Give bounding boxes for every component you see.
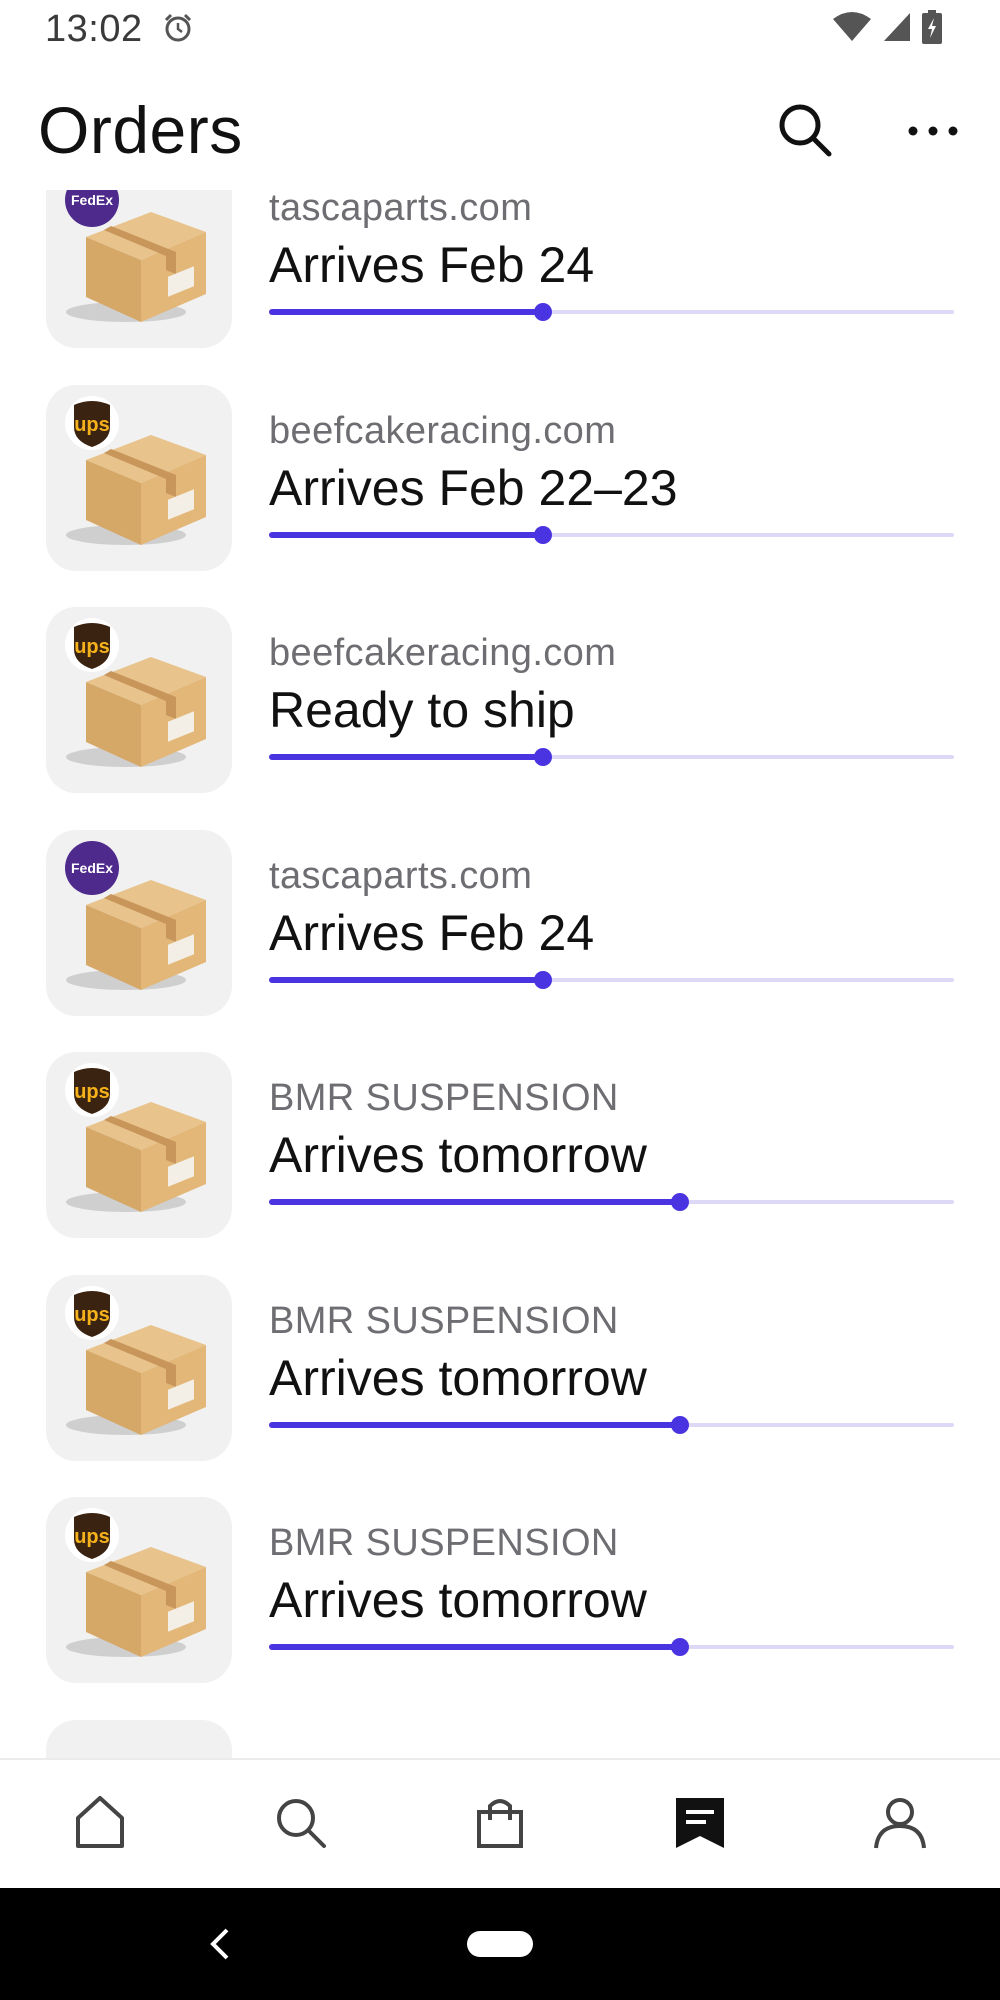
fedex-logo-text: FedEx xyxy=(71,192,113,208)
package-thumbnail: FedEx xyxy=(46,829,232,1016)
package-box-icon xyxy=(56,1740,226,1761)
search-icon[interactable] xyxy=(775,100,835,160)
ups-logo-icon: ups xyxy=(65,618,119,672)
delivery-progress-bar xyxy=(269,303,954,321)
alarm-icon xyxy=(164,13,192,42)
delivery-status: Arrives Feb 22–23 xyxy=(269,459,678,516)
order-item[interactable] xyxy=(0,1719,1000,1761)
delivery-progress-marker xyxy=(671,1415,689,1434)
merchant-name: BMR SUSPENSION xyxy=(269,1299,619,1342)
order-item[interactable]: FedEx tascaparts.com Arrives Feb 24 xyxy=(0,829,1000,1030)
page-title: Orders xyxy=(38,93,243,167)
svg-text:ups: ups xyxy=(74,414,110,436)
delivery-progress-bar xyxy=(269,970,954,989)
fedex-logo-text: FedEx xyxy=(71,860,113,876)
app-header: Orders xyxy=(0,70,1000,190)
delivery-progress-fill xyxy=(269,1421,680,1428)
ups-logo-icon: ups xyxy=(65,1508,119,1562)
delivery-status: Ready to ship xyxy=(269,682,575,738)
order-item[interactable]: ups BMR SUSPENSION Arrives tomorrow xyxy=(0,1497,1000,1697)
bottom-nav xyxy=(0,1758,1000,1890)
merchant-name: BMR SUSPENSION xyxy=(269,1522,619,1564)
system-nav-bar xyxy=(0,1888,1000,2000)
delivery-status: Arrives Feb 24 xyxy=(269,904,595,961)
merchant-name: beefcakeracing.com xyxy=(269,409,617,452)
status-bar: 13:02 xyxy=(0,0,1000,58)
delivery-progress-fill xyxy=(269,309,543,315)
merchant-name: BMR SUSPENSION xyxy=(269,1077,619,1119)
delivery-status: Arrives tomorrow xyxy=(269,1572,647,1628)
delivery-progress-fill xyxy=(269,1644,680,1650)
merchant-name: tascaparts.com xyxy=(269,190,533,229)
package-thumbnail xyxy=(46,1719,232,1761)
delivery-progress-bar xyxy=(269,1638,954,1656)
home-gesture-pill[interactable] xyxy=(467,1931,533,1957)
delivery-progress-fill xyxy=(269,754,543,760)
delivery-status: Arrives Feb 24 xyxy=(269,237,595,293)
svg-text:ups: ups xyxy=(74,636,110,658)
order-item[interactable]: ups BMR SUSPENSION Arrives tomorrow xyxy=(0,1274,1000,1475)
delivery-progress-marker xyxy=(671,1638,689,1656)
order-item[interactable]: FedEx tascaparts.com Arrives Feb 24 xyxy=(0,190,1000,362)
merchant-name: beefcakeracing.com xyxy=(269,632,617,674)
delivery-progress-bar xyxy=(269,748,954,766)
svg-text:ups: ups xyxy=(74,1304,110,1326)
delivery-progress-marker xyxy=(534,525,552,544)
home-icon[interactable] xyxy=(70,1792,130,1852)
package-thumbnail: FedEx xyxy=(46,190,232,348)
battery-charging-icon xyxy=(922,10,942,44)
ups-logo-icon: ups xyxy=(65,395,119,450)
back-icon[interactable] xyxy=(205,1924,235,1964)
delivery-progress-fill xyxy=(269,531,543,538)
order-item[interactable]: ups beefcakeracing.com Arrives Feb 22–23 xyxy=(0,384,1000,585)
wifi-icon xyxy=(833,12,871,41)
delivery-progress-marker xyxy=(534,303,552,321)
status-time: 13:02 xyxy=(45,8,143,50)
delivery-progress-marker xyxy=(671,1193,689,1211)
package-thumbnail: ups xyxy=(46,1274,232,1461)
delivery-progress-fill xyxy=(269,1199,680,1205)
fedex-logo-icon: FedEx xyxy=(65,840,119,895)
merchant-name: tascaparts.com xyxy=(269,854,533,897)
order-item[interactable]: ups BMR SUSPENSION Arrives tomorrow xyxy=(0,1052,1000,1252)
svg-text:ups: ups xyxy=(74,1526,110,1548)
package-thumbnail: ups xyxy=(46,1497,232,1683)
ups-logo-icon: ups xyxy=(65,1285,119,1340)
shopping-bag-icon[interactable] xyxy=(470,1792,530,1852)
package-thumbnail: ups xyxy=(46,607,232,793)
ups-logo-icon: ups xyxy=(65,1063,119,1117)
signal-icon xyxy=(884,13,910,41)
delivery-progress-bar xyxy=(269,1193,954,1211)
fedex-logo-icon: FedEx xyxy=(65,190,119,227)
delivery-progress-fill xyxy=(269,976,543,983)
svg-text:ups: ups xyxy=(74,1081,110,1103)
package-thumbnail: ups xyxy=(46,384,232,571)
order-list: FedEx tascaparts.com Arrives Feb 24 ups beef… xyxy=(0,190,1000,1760)
profile-icon[interactable] xyxy=(870,1792,930,1852)
more-icon[interactable] xyxy=(905,106,961,156)
search-icon[interactable] xyxy=(270,1792,330,1852)
delivery-progress-bar xyxy=(269,1415,954,1434)
order-item[interactable]: ups beefcakeracing.com Ready to ship xyxy=(0,607,1000,807)
delivery-progress-marker xyxy=(534,970,552,989)
package-thumbnail: ups xyxy=(46,1052,232,1238)
delivery-progress-marker xyxy=(534,748,552,766)
delivery-status: Arrives tomorrow xyxy=(269,1349,647,1406)
status-icons xyxy=(832,10,942,44)
delivery-progress-bar xyxy=(269,525,954,544)
delivery-status: Arrives tomorrow xyxy=(269,1127,647,1183)
orders-icon[interactable] xyxy=(670,1792,730,1852)
